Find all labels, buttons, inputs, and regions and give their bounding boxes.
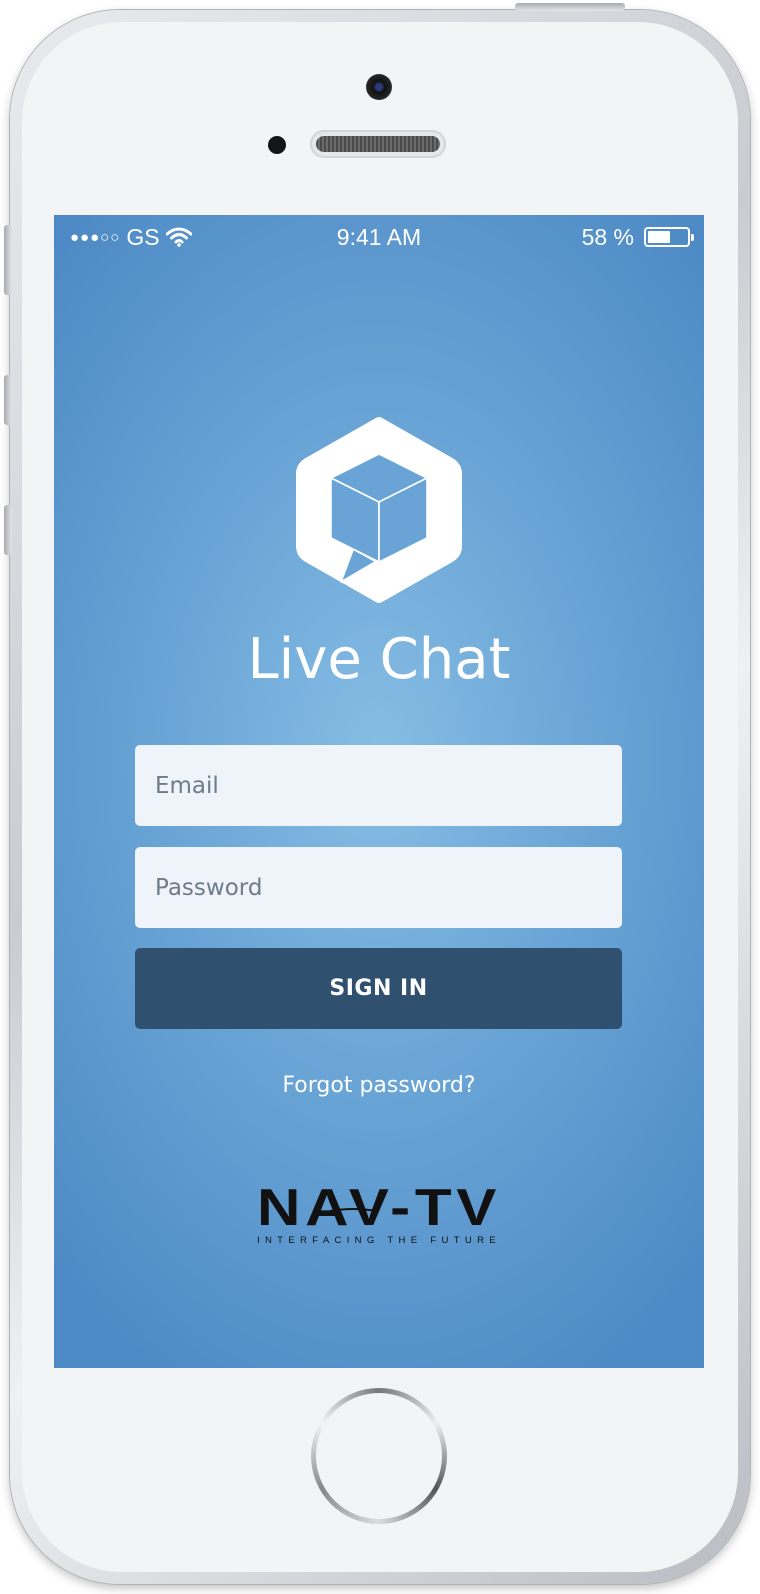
front-camera [366, 74, 392, 100]
battery-icon [644, 227, 694, 247]
signal-strength-icon: ●●●○○ [70, 228, 121, 246]
sign-in-button[interactable]: SIGN IN [135, 948, 622, 1029]
live-chat-logo-icon [296, 417, 462, 603]
volume-up-button [4, 375, 12, 425]
battery-percentage: 58 % [581, 223, 634, 250]
speaker-grill [316, 136, 440, 152]
battery-tip [691, 234, 694, 241]
volume-down-button [4, 505, 12, 555]
silent-switch [4, 225, 12, 295]
status-right: 58 % [581, 223, 694, 251]
brand-tagline: INTERFACING THE FUTURE [257, 1235, 501, 1245]
app-screen: ●●●○○ GS 9:41 AM 58 % Live Chat Email SI… [54, 215, 704, 1368]
home-button-face [316, 1393, 442, 1519]
power-button [515, 3, 625, 11]
wifi-icon [165, 227, 192, 247]
earpiece-speaker [310, 130, 446, 158]
nav-tv-brand-logo: NAV-TV INTERFACING THE FUTURE [257, 1181, 501, 1245]
email-field[interactable] [135, 745, 622, 826]
brand-name: NAV-TV [257, 1181, 501, 1237]
forgot-password-link[interactable]: Forgot password? [54, 1073, 704, 1098]
carrier-name: GS [126, 223, 160, 250]
password-field[interactable] [135, 847, 622, 928]
app-title: Live Chat [247, 627, 511, 692]
status-bar: ●●●○○ GS 9:41 AM 58 % [54, 215, 704, 259]
battery-fill [648, 231, 671, 243]
status-left: ●●●○○ GS [70, 224, 192, 251]
proximity-sensor [268, 136, 286, 154]
home-button[interactable] [311, 1388, 447, 1524]
